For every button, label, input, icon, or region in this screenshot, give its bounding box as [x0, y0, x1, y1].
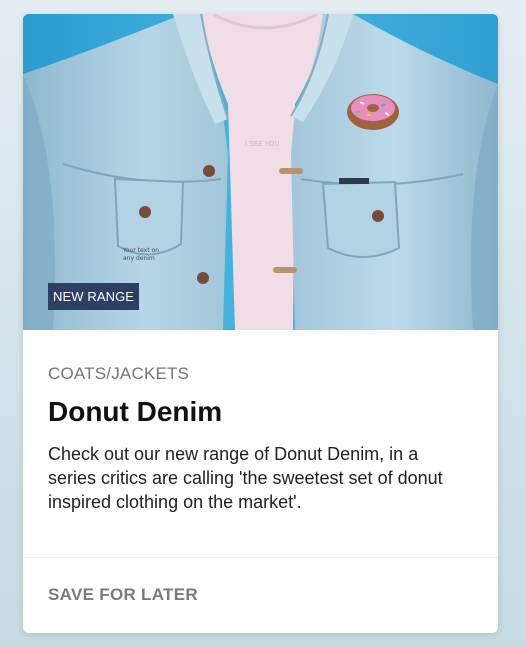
product-card: I SEE YOU Your text on any denim NEW RAN… — [23, 14, 498, 633]
svg-text:Your text on: Your text on — [122, 247, 159, 254]
new-range-badge: NEW RANGE — [48, 283, 140, 310]
save-for-later-button[interactable]: SAVE FOR LATER — [48, 585, 198, 605]
product-title: Donut Denim — [48, 396, 223, 427]
product-category: COATS/JACKETS — [48, 364, 190, 383]
svg-text:any denim: any denim — [123, 255, 155, 262]
svg-text:I SEE YOU: I SEE YOU — [245, 140, 279, 148]
product-image: I SEE YOU Your text on any denim NEW RAN… — [23, 14, 498, 330]
product-description: Check out our new range of Donut Denim, … — [48, 444, 443, 512]
card-divider — [23, 557, 498, 558]
